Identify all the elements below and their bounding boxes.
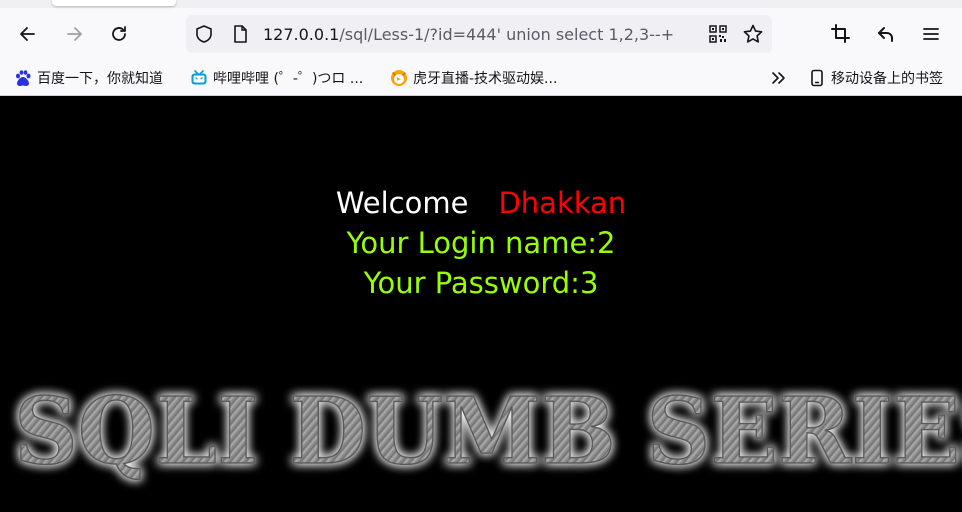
bookmark-star-icon[interactable]	[742, 23, 764, 45]
reload-button[interactable]	[103, 18, 135, 50]
url-path: /sql/Less-1/?id=444' union select 1,2,3-…	[339, 25, 675, 44]
back-arrow-icon	[20, 27, 35, 41]
welcome-name: Dhakkan	[498, 186, 627, 220]
bookmarks-toolbar: 百度一下，你就知道 哔哩哔哩 (゜-゜)つロ ... 虎牙直播-技术驱动娱...	[0, 62, 962, 94]
forward-button[interactable]	[58, 18, 90, 50]
reply-arrow-icon	[878, 27, 893, 42]
bookmarks-overflow-button[interactable]	[770, 66, 788, 90]
baidu-paw-icon	[16, 70, 31, 86]
page-info-icon[interactable]	[230, 24, 250, 44]
bookmark-label: 百度一下，你就知道	[37, 71, 163, 87]
forward-arrow-icon	[67, 27, 82, 41]
bookmark-bilibili[interactable]: 哔哩哔哩 (゜-゜)つロ ...	[190, 66, 363, 90]
active-tab[interactable]	[52, 0, 176, 6]
banner-text: SQLI DUMB SERIES	[14, 377, 962, 485]
sqli-dumb-series-banner: SQLI DUMB SERIES	[13, 376, 962, 486]
crop-icon	[831, 24, 850, 43]
mobile-bookmarks-folder[interactable]: 移动设备上的书签	[808, 66, 943, 90]
tab-strip	[0, 0, 962, 8]
mobile-bookmarks-label: 移动设备上的书签	[831, 71, 943, 87]
bilibili-tv-icon	[191, 70, 207, 85]
url-bar[interactable]: 127.0.0.1/sql/Less-1/?id=444' union sele…	[186, 15, 772, 53]
url-host: 127.0.0.1	[263, 25, 340, 44]
qr-code-icon[interactable]	[708, 24, 728, 44]
back-button[interactable]	[12, 18, 44, 50]
page-content: Welcome Dhakkan Your Login name:2 Your Pa…	[0, 97, 962, 512]
welcome-text: Welcome	[335, 186, 469, 220]
browser-chrome: 127.0.0.1/sql/Less-1/?id=444' union sele…	[0, 0, 962, 96]
login-name-text: Your Login name:2	[346, 226, 616, 260]
tracking-protection-shield-icon[interactable]	[194, 24, 214, 44]
url-text[interactable]: 127.0.0.1/sql/Less-1/?id=444' union sele…	[263, 25, 703, 44]
reply-button[interactable]	[870, 18, 902, 50]
bookmark-label: 哔哩哔哩 (゜-゜)つロ ...	[213, 71, 364, 87]
bookmark-huya[interactable]: 虎牙直播-技术驱动娱...	[390, 66, 557, 90]
welcome-line: Welcome Dhakkan	[0, 183, 962, 223]
bookmark-baidu[interactable]: 百度一下，你就知道	[14, 66, 163, 90]
menu-button[interactable]	[915, 18, 947, 50]
reload-icon	[112, 26, 126, 41]
screenshot-button[interactable]	[825, 18, 857, 50]
chevron-double-right-icon	[772, 72, 785, 84]
hamburger-menu-icon	[923, 28, 939, 40]
bookmark-label: 虎牙直播-技术驱动娱...	[413, 71, 558, 87]
navigation-toolbar: 127.0.0.1/sql/Less-1/?id=444' union sele…	[0, 12, 962, 56]
password-text: Your Password:3	[363, 266, 599, 300]
huya-icon	[391, 70, 407, 86]
mobile-device-icon	[811, 69, 823, 87]
